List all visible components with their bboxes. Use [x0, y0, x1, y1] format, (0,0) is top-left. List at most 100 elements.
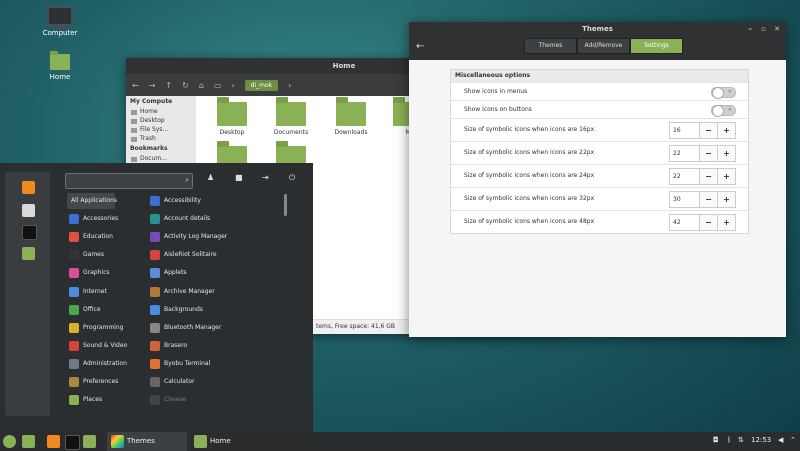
folder-item[interactable]: Downloads: [325, 97, 377, 136]
task-home[interactable]: Home: [190, 432, 270, 451]
users-icon[interactable]: ♟: [207, 173, 214, 182]
category-label: Accessories: [83, 215, 119, 223]
setting-row: Size of symbolic icons when icons are 32…: [451, 187, 748, 210]
desktop-icon-home[interactable]: Home: [30, 51, 90, 81]
spinner-value[interactable]: 30: [670, 192, 699, 207]
spinner-value[interactable]: 22: [670, 146, 699, 161]
category-item[interactable]: Programming: [67, 320, 153, 336]
app-item[interactable]: Archive Manager: [148, 284, 215, 300]
forward-icon[interactable]: →: [149, 81, 156, 90]
setting-label: Size of symbolic icons when icons are 24…: [464, 172, 595, 179]
app-item[interactable]: Accessibility: [148, 193, 201, 209]
app-item[interactable]: Calculator: [148, 374, 194, 390]
scrollbar[interactable]: [284, 194, 287, 216]
home-icon[interactable]: ⌂: [199, 81, 204, 90]
sidebar-item-filesystem[interactable]: File Sys...: [126, 125, 196, 134]
desktop-icon-computer[interactable]: Computer: [30, 6, 90, 37]
decrement-button[interactable]: −: [699, 215, 717, 230]
path-button[interactable]: di_mok: [244, 79, 279, 91]
terminal-icon[interactable]: [65, 435, 80, 450]
bluetooth-icon[interactable]: ᛒ: [727, 436, 731, 444]
category-item[interactable]: Places: [67, 392, 153, 408]
category-item[interactable]: Games: [67, 247, 153, 263]
increment-button[interactable]: +: [717, 192, 735, 207]
menu-icon[interactable]: [3, 435, 16, 448]
terminal-icon[interactable]: [22, 225, 37, 240]
category-item[interactable]: Graphics: [67, 265, 153, 281]
firefox-icon[interactable]: [47, 435, 60, 448]
sidebar-item-trash[interactable]: Trash: [126, 134, 196, 143]
network-icon[interactable]: ⇅: [738, 436, 744, 444]
app-item[interactable]: Applets: [148, 265, 187, 281]
path-right-icon[interactable]: ›: [288, 81, 291, 90]
app-item[interactable]: Cheese: [148, 392, 186, 408]
spinner-value[interactable]: 22: [670, 169, 699, 184]
refresh-icon[interactable]: ↻: [182, 81, 189, 90]
application-menu: ⌕ ♟ ■ ⇥ ⏻ All Applications Accessories Edu…: [0, 163, 313, 432]
tab-themes[interactable]: Themes: [524, 38, 577, 54]
folder-item[interactable]: Desktop: [206, 97, 258, 136]
app-item[interactable]: Bluetooth Manager: [148, 320, 221, 336]
maximize-icon[interactable]: ▫: [761, 22, 766, 36]
category-item[interactable]: Sound & Video: [67, 338, 153, 354]
settings-icon[interactable]: [22, 204, 35, 217]
app-item[interactable]: Byobu Terminal: [148, 356, 210, 372]
increment-button[interactable]: +: [717, 146, 735, 161]
logout-icon[interactable]: ⇥: [262, 173, 269, 182]
decrement-button[interactable]: −: [699, 146, 717, 161]
tray-expand-icon[interactable]: ⌃: [790, 436, 796, 444]
power-icon[interactable]: ⏻: [289, 173, 295, 183]
search-input[interactable]: ⌕: [65, 173, 193, 189]
desktop-icon-label: Computer: [42, 29, 78, 37]
category-item[interactable]: Preferences: [67, 374, 153, 390]
decrement-button[interactable]: −: [699, 169, 717, 184]
app-label: Brasero: [164, 341, 188, 349]
computer-small-icon[interactable]: ▭: [214, 81, 222, 90]
sidebar-header[interactable]: My Compute: [126, 96, 196, 107]
sidebar-header[interactable]: Bookmarks: [126, 143, 196, 154]
spinner-value[interactable]: 16: [670, 123, 699, 138]
files-icon[interactable]: [83, 435, 96, 448]
app-label: Bluetooth Manager: [164, 323, 222, 331]
app-item[interactable]: Backgrounds: [148, 302, 203, 318]
increment-button[interactable]: +: [717, 169, 735, 184]
sidebar-item-home[interactable]: Home: [126, 107, 196, 116]
up-icon[interactable]: ↑: [165, 81, 172, 90]
app-item[interactable]: Brasero: [148, 338, 187, 354]
category-item[interactable]: Office: [67, 302, 153, 318]
app-item[interactable]: Account details: [148, 211, 210, 227]
lock-icon[interactable]: ■: [235, 173, 243, 182]
increment-button[interactable]: +: [717, 215, 735, 230]
minimize-icon[interactable]: –: [749, 22, 753, 36]
volume-icon[interactable]: ◀: [778, 436, 783, 444]
firefox-icon[interactable]: [22, 181, 35, 194]
screenshot-icon[interactable]: ◘: [713, 436, 719, 444]
show-desktop-icon[interactable]: [22, 435, 35, 448]
decrement-button[interactable]: −: [699, 192, 717, 207]
path-left-icon[interactable]: ‹: [231, 81, 234, 90]
spinner-value[interactable]: 42: [670, 215, 699, 230]
sidebar-item-desktop[interactable]: Desktop: [126, 116, 196, 125]
tab-add-remove[interactable]: Add/Remove: [577, 38, 630, 54]
back-icon[interactable]: ←: [132, 81, 139, 90]
increment-button[interactable]: +: [717, 123, 735, 138]
sidebar-item-documents[interactable]: Docum...: [126, 154, 196, 163]
files-icon[interactable]: [22, 247, 35, 260]
app-item[interactable]: AisleRiot Solitaire: [148, 247, 217, 263]
category-item[interactable]: All Applications: [67, 193, 117, 209]
task-themes[interactable]: Themes: [107, 432, 187, 451]
category-item[interactable]: Accessories: [67, 211, 153, 227]
show-icons-buttons-toggle[interactable]: [711, 105, 736, 117]
decrement-button[interactable]: −: [699, 123, 717, 138]
app-item[interactable]: Activity Log Manager: [148, 229, 227, 245]
close-icon[interactable]: ✕: [774, 22, 780, 36]
clock-text[interactable]: 12:53: [751, 436, 771, 444]
folder-item[interactable]: Documents: [265, 97, 317, 136]
show-icons-menus-toggle[interactable]: [711, 87, 736, 99]
category-item[interactable]: Administration: [67, 356, 153, 372]
back-arrow-icon[interactable]: ←: [416, 41, 424, 52]
category-item[interactable]: Internet: [67, 284, 153, 300]
category-item[interactable]: Education: [67, 229, 153, 245]
desktop-icon-label: Home: [49, 73, 71, 81]
tab-settings[interactable]: Settings: [630, 38, 683, 54]
